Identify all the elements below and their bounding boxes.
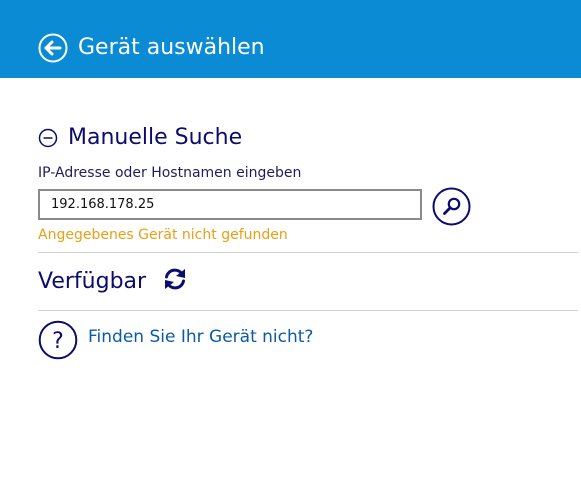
divider xyxy=(38,310,578,311)
refresh-icon[interactable] xyxy=(162,266,188,292)
page-title: Gerät auswählen xyxy=(78,35,265,60)
back-button[interactable] xyxy=(38,33,68,63)
refresh-button[interactable] xyxy=(162,266,188,292)
svg-text:?: ? xyxy=(52,329,64,354)
ip-address-input[interactable] xyxy=(38,189,422,220)
question-circle-icon[interactable]: ? xyxy=(38,320,78,360)
search-button[interactable] xyxy=(432,187,471,226)
help-button[interactable]: ? xyxy=(38,320,78,360)
divider xyxy=(38,252,578,253)
search-icon[interactable] xyxy=(432,187,471,226)
collapse-minus-icon[interactable] xyxy=(38,128,58,148)
manual-search-heading: Manuelle Suche xyxy=(68,125,243,150)
manual-search-toggle-button[interactable] xyxy=(38,128,58,148)
app-header: Gerät auswählen xyxy=(0,0,581,78)
ip-field-label: IP-Adresse oder Hostnamen eingeben xyxy=(38,165,302,181)
error-message: Angegebenes Gerät nicht gefunden xyxy=(38,227,288,243)
back-arrow-circle-icon[interactable] xyxy=(38,33,68,63)
available-heading: Verfügbar xyxy=(38,269,147,294)
cannot-find-device-link[interactable]: Finden Sie Ihr Gerät nicht? xyxy=(88,325,313,349)
